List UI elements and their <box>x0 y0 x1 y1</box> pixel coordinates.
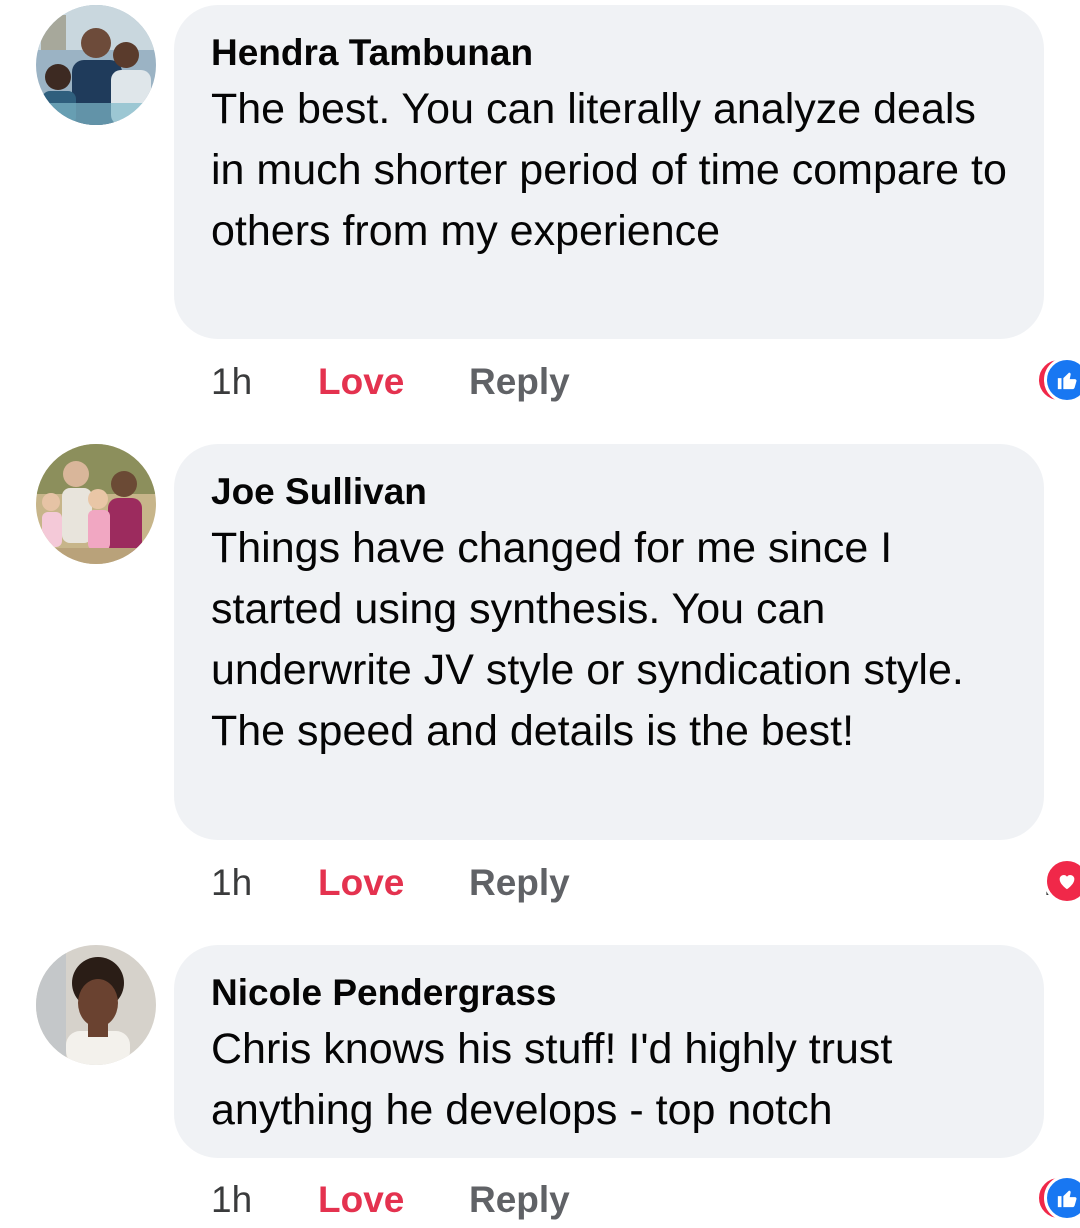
reply-button[interactable]: Reply <box>469 1175 570 1225</box>
comment-author[interactable]: Nicole Pendergrass <box>211 971 1008 1015</box>
comment-author[interactable]: Joe Sullivan <box>211 470 1008 514</box>
comment-timestamp[interactable]: 1h <box>211 357 252 407</box>
comment-timestamp[interactable]: 1h <box>211 858 252 908</box>
comment-text: The best. You can literally analyze deal… <box>211 85 1007 255</box>
avatar[interactable] <box>36 444 156 564</box>
love-button[interactable]: Love <box>318 357 404 407</box>
avatar[interactable] <box>36 5 156 125</box>
comment-timestamp[interactable]: 1h <box>211 1175 252 1225</box>
comment-bubble: Hendra Tambunan The best. You can litera… <box>174 5 1044 339</box>
comment-actions: 1h Love Reply 2 <box>211 357 1080 407</box>
comment-text: Chris knows his stuff! I'd highly trust … <box>211 1025 893 1134</box>
reply-button[interactable]: Reply <box>469 858 570 908</box>
love-button[interactable]: Love <box>318 858 404 908</box>
comment-text: Things have changed for me since I start… <box>211 524 964 755</box>
comment-author[interactable]: Hendra Tambunan <box>211 31 1008 75</box>
comment-bubble: Nicole Pendergrass Chris knows his stuff… <box>174 945 1044 1158</box>
love-button[interactable]: Love <box>318 1175 404 1225</box>
comment-actions: 1h Love Reply 1 <box>211 858 1080 908</box>
avatar[interactable] <box>36 945 156 1065</box>
comment-actions: 1h Love Reply 2 <box>211 1175 1080 1225</box>
reply-button[interactable]: Reply <box>469 357 570 407</box>
comment-bubble: Joe Sullivan Things have changed for me … <box>174 444 1044 840</box>
